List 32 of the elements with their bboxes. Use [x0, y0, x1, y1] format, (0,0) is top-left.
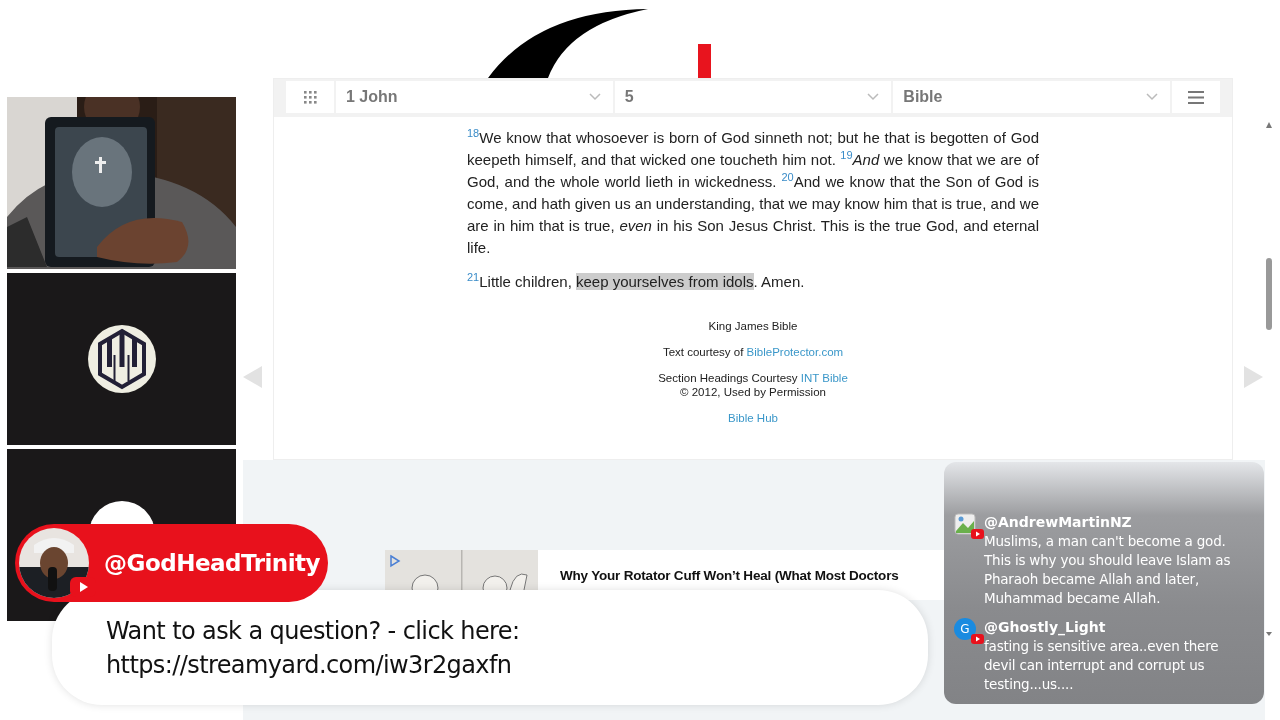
banner-text: Want to ask a question? - click here: — [106, 615, 521, 647]
chat-message: fasting is sensitive area..even there devil can interrupt and corrupt us testing...us.... — [984, 637, 1220, 694]
apps-grid-button[interactable] — [286, 81, 334, 113]
chevron-down-icon — [1146, 93, 1158, 101]
credit-link[interactable]: BibleProtector.com — [746, 346, 844, 358]
chat-message: Muslims, a man can't become a god. This is why you should leave Islam as Pharaoh became Allah and later, Muhammad became Allah. — [984, 532, 1232, 608]
chat-author: @AndrewMartinNZ — [984, 513, 1133, 532]
chat-author: @Ghostly_Light — [984, 618, 1107, 637]
menu-icon — [1188, 90, 1204, 104]
version-dropdown[interactable]: Bible — [893, 81, 1170, 113]
verse-paragraph: $^{18}$We know that whosoever is born of God sinneth not; but he that is begotten of God keepeth himself, and that wicked one toucheth him not. $^{19}$And we know that we are of God, and the whole world lieth in wickedness. $^{20}$And we know that the Son of God is come, and hath given us an understanding, that we may know him that is true, and we are in him that is true, even in his Son Jesus Christ. This is the true God, and eternal life. — [467, 127, 1039, 258]
avatar-letter: G — [954, 618, 976, 640]
chevron-down-icon — [867, 93, 880, 101]
menu-button[interactable] — [1172, 81, 1220, 113]
version-name: King James Bible — [707, 319, 799, 333]
credit-text: Text courtesy of — [662, 346, 745, 358]
youtube-icon — [971, 529, 984, 539]
channel-handle: @GodHeadTrinity — [104, 550, 321, 576]
youtube-icon — [971, 634, 984, 644]
banner-text: https://streamyard.com/iw3r2gaxfn — [106, 649, 513, 681]
copyright-text: © 2012, Used by Permission — [679, 385, 827, 399]
piano-keys-icon — [87, 325, 156, 393]
credit-text: Section Headings Courtesy — [658, 372, 799, 384]
broken-image-icon — [954, 513, 976, 535]
credit-link[interactable]: INT Bible — [800, 372, 848, 384]
verse-paragraph: $^{21}$Little children, keep yourselves from idols. Amen. — [467, 271, 806, 292]
ad-title[interactable]: Why Your Rotator Cuff Won’t Heal (What Most Doctors — [560, 567, 899, 583]
book-dropdown[interactable]: 1 John — [336, 81, 613, 113]
chevron-down-icon — [588, 93, 601, 101]
grid-icon — [303, 90, 317, 104]
site-link[interactable]: Bible Hub — [728, 412, 778, 424]
chapter-dropdown[interactable]: 5 — [614, 81, 892, 113]
